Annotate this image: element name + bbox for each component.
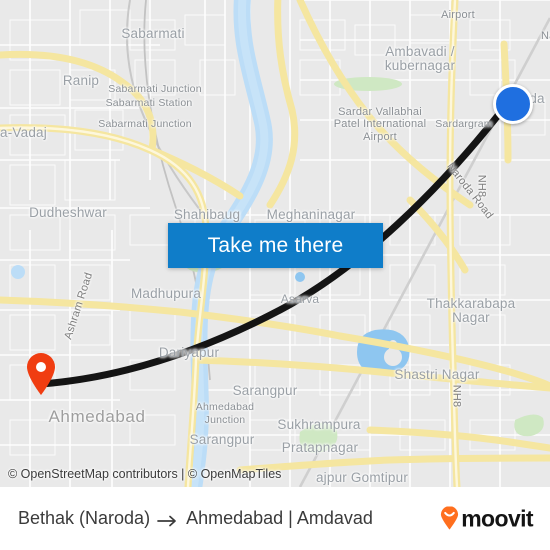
moovit-pin-icon (440, 506, 459, 531)
route-summary: Bethak (Naroda) Ahmedabad | Amdavad (18, 508, 373, 529)
take-me-there-button[interactable]: Take me there (168, 223, 383, 268)
moovit-logo[interactable]: moovit (440, 505, 534, 532)
map-pin-icon (27, 353, 55, 395)
route-destination-label: Ahmedabad | Amdavad (186, 508, 373, 528)
footer-bar: Bethak (Naroda) Ahmedabad | Amdavad moov… (0, 487, 550, 550)
map-attribution[interactable]: © OpenStreetMap contributors | © OpenMap… (8, 467, 281, 481)
arrow-right-icon (157, 512, 179, 526)
route-origin-label: Bethak (Naroda) (18, 508, 151, 528)
origin-marker[interactable] (493, 84, 533, 124)
moovit-route-screenshot: Sabarmati Ranip Sabarmati Junction Sabarmat… (0, 0, 550, 550)
moovit-wordmark: moovit (461, 505, 533, 531)
map-canvas[interactable]: Sabarmati Ranip Sabarmati Junction Sabarmat… (0, 0, 550, 487)
destination-marker[interactable] (25, 352, 57, 396)
